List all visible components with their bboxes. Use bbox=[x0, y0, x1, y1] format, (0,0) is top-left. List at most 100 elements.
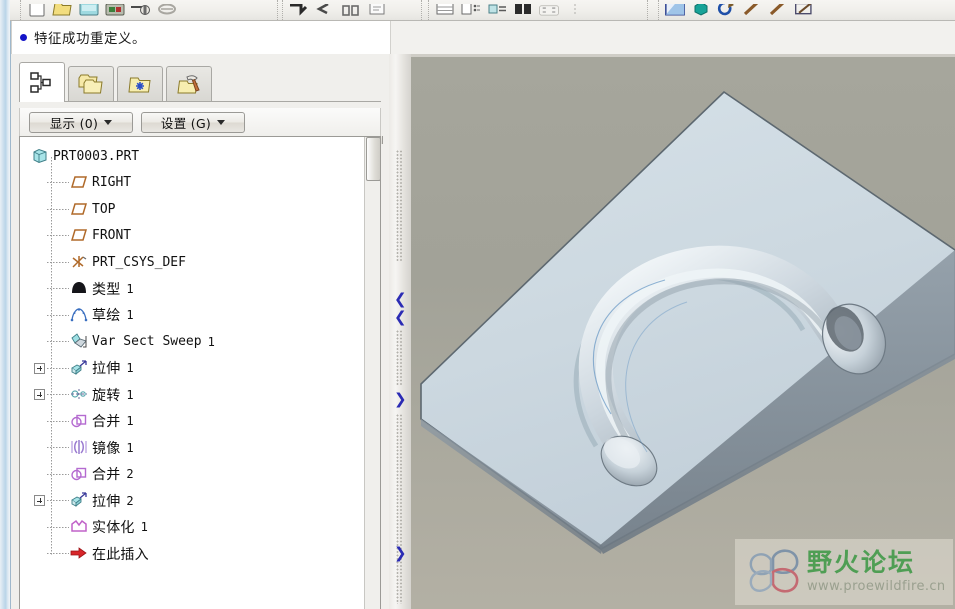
tree-scrollbar-thumb[interactable] bbox=[366, 137, 380, 181]
tree-node-number: 1 bbox=[126, 281, 134, 296]
splitter-grip-bottom[interactable] bbox=[396, 414, 403, 604]
type-icon bbox=[69, 280, 89, 298]
tree-connector bbox=[47, 208, 69, 210]
datum-display-icon[interactable] bbox=[538, 3, 560, 20]
splitter-collapse-left-2[interactable]: ❮ bbox=[394, 310, 407, 325]
pencil-icon[interactable] bbox=[768, 3, 790, 20]
tree-connector bbox=[47, 314, 69, 316]
appearance-icon[interactable] bbox=[486, 3, 508, 20]
var-sweep-icon bbox=[69, 333, 89, 351]
message-text: 特征成功重定义。 bbox=[34, 31, 146, 47]
display-style-icon[interactable] bbox=[512, 3, 534, 20]
tree-node[interactable]: 类型 1 bbox=[20, 276, 380, 303]
tree-node[interactable]: PRT0003.PRT bbox=[20, 143, 380, 170]
message-bullet-icon bbox=[20, 34, 27, 41]
splitter-collapse-right-1[interactable]: ❯ bbox=[394, 392, 407, 407]
tree-node-label: PRT_CSYS_DEF bbox=[92, 254, 186, 270]
paste-icon[interactable] bbox=[366, 3, 388, 20]
extrude-icon bbox=[69, 359, 89, 377]
tree-expander-plus-icon[interactable] bbox=[34, 362, 45, 374]
tab-folder-browser[interactable] bbox=[68, 66, 114, 102]
redo-icon[interactable] bbox=[314, 3, 336, 20]
tree-node-label: 旋转 bbox=[92, 387, 121, 404]
tree-node-label: TOP bbox=[92, 201, 116, 217]
chevron-down-icon bbox=[104, 119, 113, 125]
tree-scrollbar[interactable] bbox=[364, 137, 380, 609]
datum-plane-icon bbox=[69, 227, 89, 245]
tree-node[interactable]: 在此插入 bbox=[20, 541, 380, 568]
splitter-grip-lower[interactable] bbox=[396, 330, 403, 386]
tree-node[interactable]: 合并 1 bbox=[20, 408, 380, 435]
splitter-collapse-right-2[interactable]: ❯ bbox=[394, 546, 407, 561]
tree-node-number: 1 bbox=[126, 414, 134, 429]
forum-watermark: 野火论坛 www.proewildfire.cn bbox=[735, 539, 953, 605]
tree-node-number: 2 bbox=[126, 467, 134, 482]
copy-icon[interactable] bbox=[340, 3, 362, 20]
tree-node-label: 合并 bbox=[92, 467, 121, 484]
toolbar-group-edit bbox=[282, 0, 422, 20]
tree-node[interactable]: 实体化 1 bbox=[20, 514, 380, 541]
message-area: 特征成功重定义。 bbox=[11, 21, 391, 54]
tree-connector bbox=[47, 367, 69, 369]
tree-node-label: 合并 bbox=[92, 414, 121, 431]
tab-model-tree[interactable] bbox=[19, 62, 65, 102]
navigator-button-row: 显示 (0) 设置 (G) bbox=[19, 108, 381, 136]
undo-icon[interactable] bbox=[288, 3, 310, 20]
measure-icon[interactable] bbox=[742, 3, 764, 20]
tree-connector bbox=[47, 500, 69, 502]
splitter-collapse-left-1[interactable]: ❮ bbox=[394, 292, 407, 307]
graphics-viewport[interactable]: 野火论坛 www.proewildfire.cn bbox=[411, 54, 955, 609]
spin-center-icon[interactable] bbox=[564, 3, 586, 20]
relations-icon[interactable] bbox=[460, 3, 482, 20]
tab-tools[interactable] bbox=[166, 66, 212, 102]
tree-node[interactable]: 拉伸 2 bbox=[20, 488, 380, 515]
tree-node[interactable]: FRONT bbox=[20, 223, 380, 250]
new-file-icon[interactable] bbox=[26, 3, 48, 20]
sketch-icon[interactable] bbox=[664, 3, 686, 20]
settings-button[interactable]: 设置 (G) bbox=[141, 111, 245, 133]
datum-plane-icon bbox=[69, 200, 89, 218]
tree-node[interactable]: 拉伸 1 bbox=[20, 355, 380, 382]
model-tree-list: PRT0003.PRT RIGHT TOP FRONT PRT_CSYS_DEF 类型 1 草… bbox=[20, 143, 380, 567]
tree-node[interactable]: RIGHT bbox=[20, 170, 380, 197]
tree-node[interactable]: Var Sect Sweep 1 bbox=[20, 329, 380, 356]
tree-node[interactable]: PRT_CSYS_DEF bbox=[20, 249, 380, 276]
main-toolbar bbox=[10, 0, 955, 21]
tree-node-number: 1 bbox=[207, 334, 215, 349]
tree-connector bbox=[47, 553, 69, 555]
watermark-title: 野火论坛 bbox=[807, 548, 916, 577]
tree-node[interactable]: 草绘 1 bbox=[20, 302, 380, 329]
save-icon[interactable] bbox=[78, 3, 100, 20]
navigator-tabstrip bbox=[19, 62, 215, 102]
application-window: 特征成功重定义。 显示 (0) 设置 (G) PRT0003.PRT RIGHT… bbox=[0, 0, 955, 609]
model-render bbox=[420, 90, 955, 554]
watermark-text: 野火论坛 www.proewildfire.cn bbox=[807, 550, 946, 594]
tree-expander-plus-icon[interactable] bbox=[34, 389, 45, 401]
solid-icon[interactable] bbox=[690, 3, 712, 20]
open-folder-icon[interactable] bbox=[52, 3, 74, 20]
toolbar-group-file bbox=[20, 0, 278, 20]
tree-connector bbox=[47, 182, 69, 184]
tree-node-number: 2 bbox=[126, 493, 134, 508]
tab-favorites[interactable] bbox=[117, 66, 163, 102]
splitter-grip-upper[interactable] bbox=[396, 150, 403, 262]
show-button[interactable]: 显示 (0) bbox=[29, 111, 133, 133]
tree-node-label: Var Sect Sweep bbox=[92, 334, 202, 350]
layer-icon[interactable] bbox=[434, 3, 456, 20]
tree-node[interactable]: 合并 2 bbox=[20, 461, 380, 488]
butterfly-logo-icon bbox=[749, 549, 799, 593]
email-icon[interactable] bbox=[130, 3, 152, 20]
zoom-area-icon[interactable] bbox=[794, 3, 816, 20]
tree-node-label: 拉伸 bbox=[92, 361, 121, 378]
print-icon[interactable] bbox=[104, 3, 126, 20]
tree-node-label: 在此插入 bbox=[92, 546, 149, 563]
tree-expander-plus-icon[interactable] bbox=[34, 495, 45, 507]
regenerate-icon[interactable] bbox=[716, 3, 738, 20]
link-icon[interactable] bbox=[156, 3, 178, 20]
panel-splitter[interactable]: ❮ ❮ ❯ ❯ bbox=[389, 54, 411, 609]
tree-node[interactable]: TOP bbox=[20, 196, 380, 223]
tree-connector bbox=[47, 526, 69, 528]
tree-node[interactable]: 旋转 1 bbox=[20, 382, 380, 409]
model-tree[interactable]: PRT0003.PRT RIGHT TOP FRONT PRT_CSYS_DEF 类型 1 草… bbox=[19, 136, 381, 609]
tree-node[interactable]: 镜像 1 bbox=[20, 435, 380, 462]
